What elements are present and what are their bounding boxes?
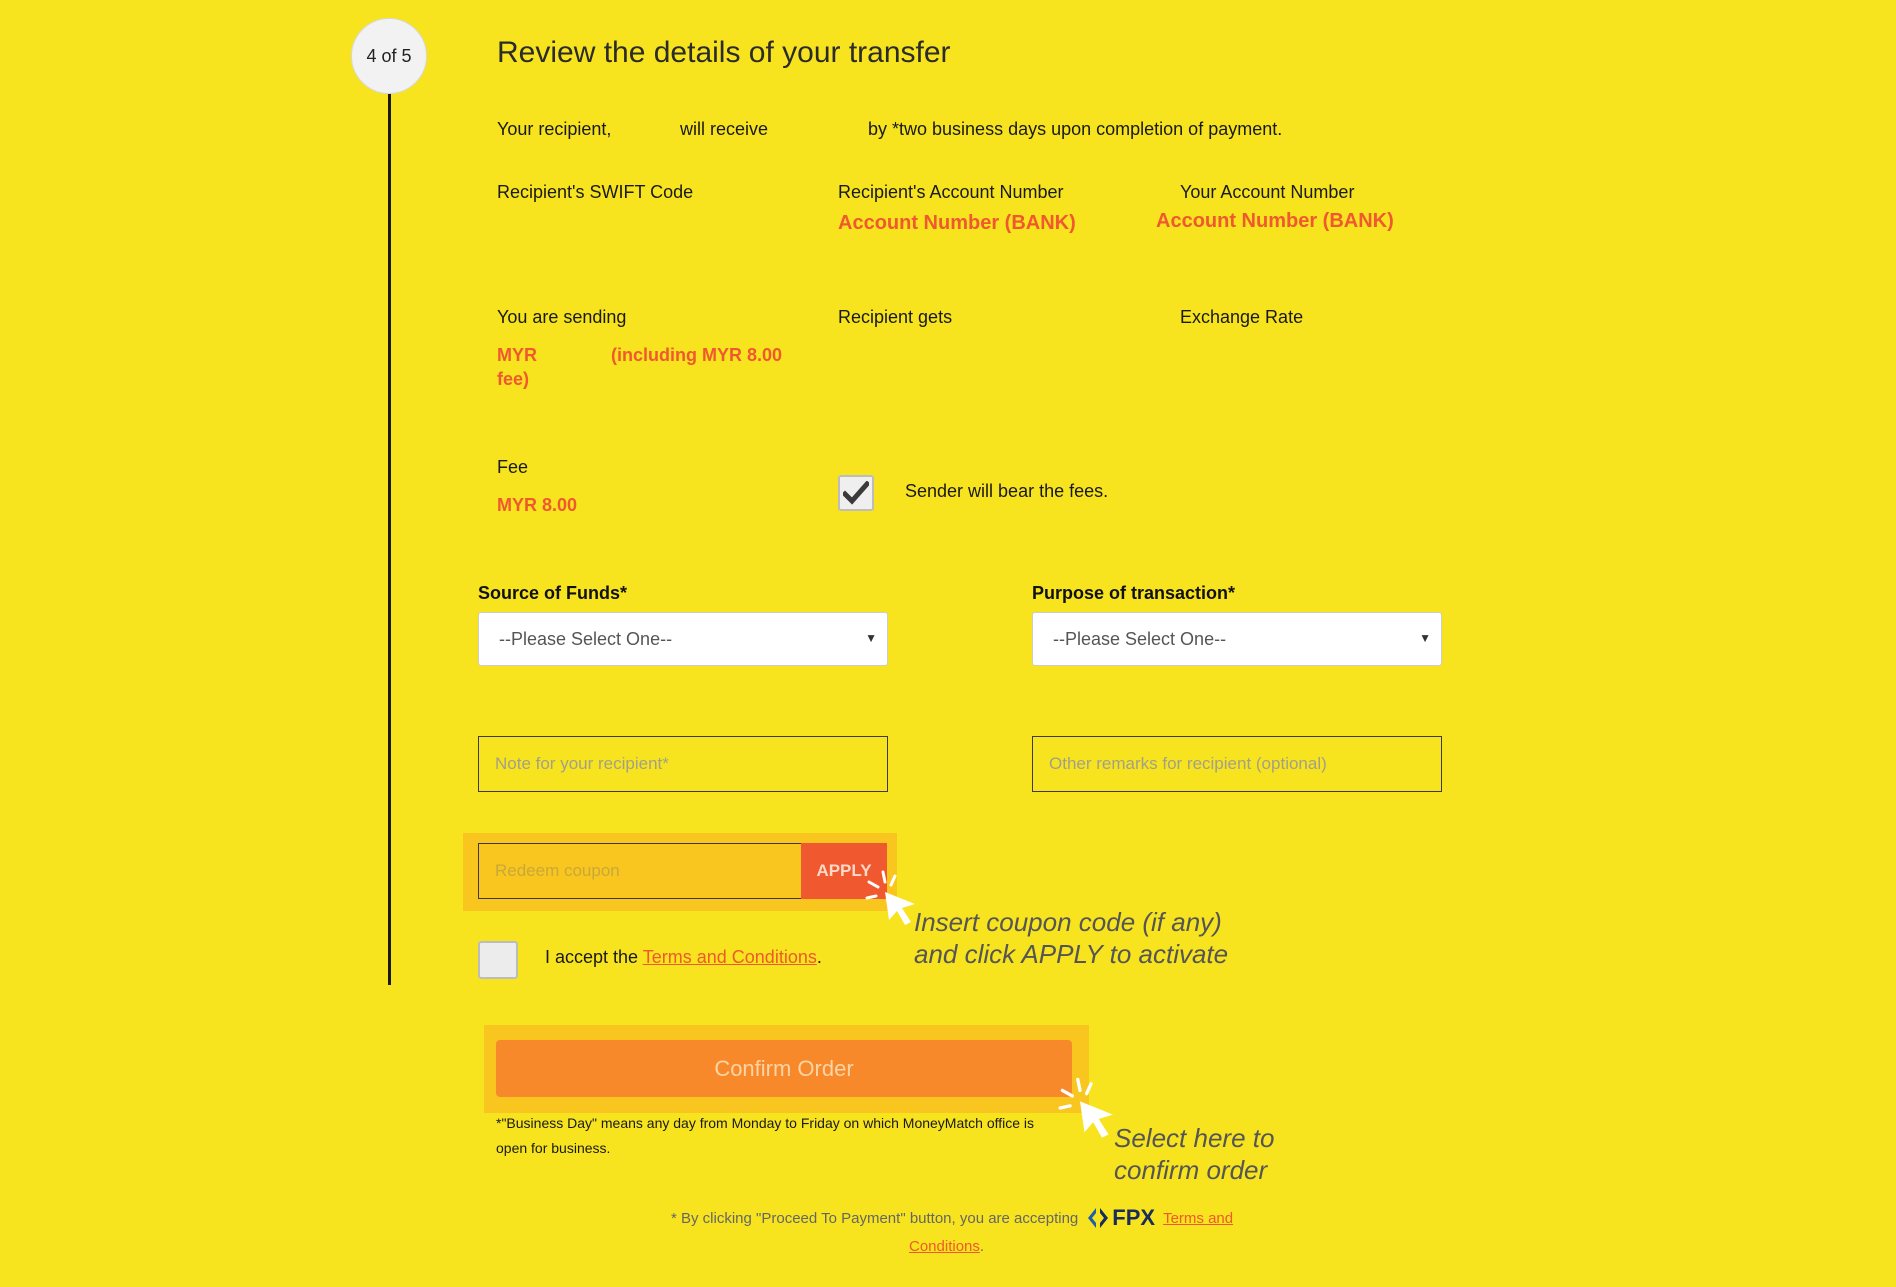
- other-remarks-input[interactable]: Other remarks for recipient (optional): [1032, 736, 1442, 792]
- accept-terms-suffix: .: [816, 947, 822, 967]
- fpx-footer-text: * By clicking "Proceed To Payment" butto…: [671, 1209, 1079, 1227]
- fpx-logo-icon: [1088, 1208, 1109, 1228]
- coupon-placeholder: Redeem coupon: [495, 861, 620, 880]
- accept-terms-prefix: I accept the: [545, 947, 639, 967]
- source-of-funds-select[interactable]: --Please Select One-- ▼: [478, 612, 888, 666]
- fee-value: MYR 8.00: [497, 495, 578, 515]
- your-account-label: Your Account Number: [1180, 182, 1355, 202]
- sending-fee-info: (including MYR 8.00: [611, 345, 783, 365]
- fee-label: Fee: [497, 457, 529, 477]
- step-label: 4 of 5: [366, 45, 412, 66]
- coupon-hint: Insert coupon code (if any) and click AP…: [914, 906, 1228, 970]
- fpx-logo-text: FPX: [1112, 1205, 1156, 1230]
- page-title: Review the details of your transfer: [497, 36, 951, 69]
- summary-recipient: Your recipient,: [497, 119, 612, 139]
- confirm-order-button[interactable]: Confirm Order: [496, 1040, 1072, 1097]
- recipient-account-value: Account Number (BANK): [838, 212, 1076, 234]
- purpose-selected: --Please Select One--: [1053, 628, 1227, 649]
- note-recipient-placeholder: Note for your recipient*: [495, 754, 669, 773]
- fpx-logo: FPX: [1086, 1205, 1155, 1231]
- recipient-account-label: Recipient's Account Number: [838, 182, 1064, 202]
- sender-bear-fees-checkbox[interactable]: [838, 475, 874, 511]
- step-indicator: 4 of 5: [351, 18, 427, 94]
- timeline-line: [388, 60, 391, 985]
- summary-will-receive: will receive: [680, 119, 769, 139]
- chevron-down-icon: ▼: [1419, 631, 1431, 645]
- fpx-terms-link[interactable]: Terms and: [1163, 1210, 1233, 1227]
- sending-currency: MYR: [497, 345, 537, 365]
- recipient-gets-label: Recipient gets: [838, 307, 953, 327]
- sending-label: You are sending: [497, 307, 627, 327]
- confirm-hint: Select here to confirm order: [1114, 1122, 1274, 1186]
- fpx-footer-suffix: .: [979, 1238, 985, 1255]
- fpx-footer: * By clicking "Proceed To Payment" butto…: [671, 1205, 1233, 1231]
- exchange-rate-label: Exchange Rate: [1180, 307, 1304, 327]
- sending-fee-info-cont: fee): [497, 369, 530, 389]
- sender-bear-fees-label: Sender will bear the fees.: [905, 481, 1109, 501]
- business-day-note: *"Business Day" means any day from Monda…: [496, 1111, 1034, 1161]
- note-recipient-input[interactable]: Note for your recipient*: [478, 736, 888, 792]
- purpose-label: Purpose of transaction*: [1032, 583, 1236, 603]
- fpx-footer-cont: Conditions.: [909, 1238, 984, 1255]
- your-account-value: Account Number (BANK): [1156, 210, 1394, 232]
- confirm-hint-line2: confirm order: [1114, 1155, 1268, 1185]
- coupon-hint-line1: Insert coupon code (if any): [914, 907, 1222, 937]
- accept-terms-text: I accept the Terms and Conditions.: [545, 947, 822, 968]
- terms-conditions-link[interactable]: Terms and Conditions: [643, 947, 817, 967]
- coupon-input[interactable]: Redeem coupon: [478, 843, 802, 899]
- checkmark-icon: [843, 481, 869, 505]
- source-of-funds-label: Source of Funds*: [478, 583, 628, 603]
- coupon-hint-line2: and click APPLY to activate: [914, 939, 1229, 969]
- accept-terms-checkbox[interactable]: [478, 941, 518, 979]
- source-of-funds-selected: --Please Select One--: [499, 628, 673, 649]
- confirm-hint-line1: Select here to: [1114, 1123, 1275, 1153]
- summary-business-days: by *two business days upon completion of…: [868, 119, 1283, 139]
- business-day-note-line2: open for business.: [496, 1140, 611, 1156]
- fpx-conditions-link[interactable]: Conditions: [909, 1238, 980, 1255]
- swift-code-label: Recipient's SWIFT Code: [497, 182, 694, 202]
- chevron-down-icon: ▼: [865, 631, 877, 645]
- purpose-select[interactable]: --Please Select One-- ▼: [1032, 612, 1442, 666]
- other-remarks-placeholder: Other remarks for recipient (optional): [1049, 754, 1327, 773]
- business-day-note-line1: *"Business Day" means any day from Monda…: [496, 1115, 1035, 1131]
